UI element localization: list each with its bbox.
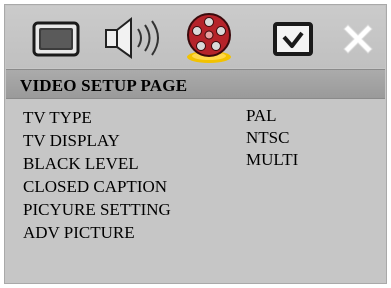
speaker-icon[interactable] [103,15,169,61]
checkbox-icon[interactable] [272,21,314,57]
option-multi[interactable]: MULTI [246,151,298,169]
setup-icon-bar [6,6,385,68]
menu-item-closed-caption[interactable]: CLOSED CAPTION [23,178,167,196]
close-icon[interactable] [338,19,378,59]
menu-item-tv-type[interactable]: TV TYPE [23,109,92,127]
page-title: VIDEO SETUP PAGE [20,76,188,95]
page-title-bar: VIDEO SETUP PAGE [6,69,385,99]
menu-item-tv-display[interactable]: TV DISPLAY [23,132,120,150]
menu-item-adv-picture[interactable]: ADV PICTURE [23,224,135,242]
film-reel-icon[interactable] [181,9,237,65]
tv-screen-icon[interactable] [32,21,80,57]
menu-item-black-level[interactable]: BLACK LEVEL [23,155,139,173]
menu-item-picture-setting[interactable]: PICYURE SETTING [23,201,171,219]
option-ntsc[interactable]: NTSC [246,129,289,147]
setup-menu-panel: VIDEO SETUP PAGE TV TYPE TV DISPLAY BLAC… [4,4,387,284]
option-pal[interactable]: PAL [246,107,277,125]
